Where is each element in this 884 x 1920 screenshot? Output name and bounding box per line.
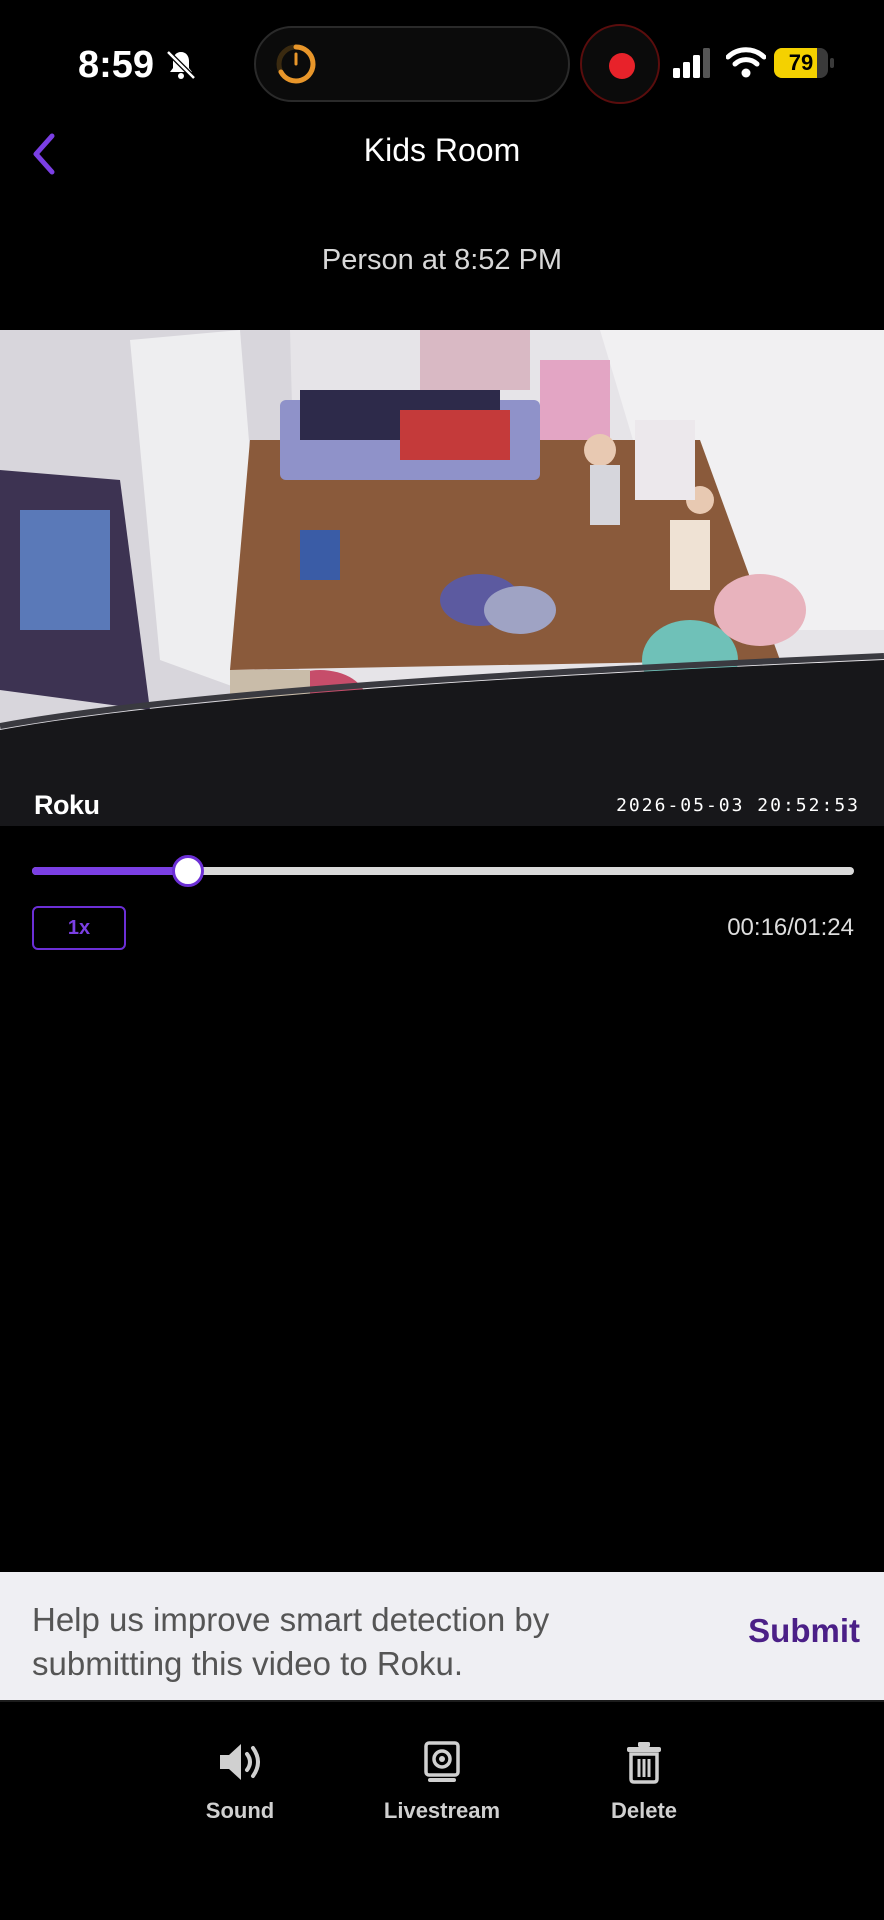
playback-speed-button[interactable]: 1x xyxy=(32,906,126,950)
trash-icon xyxy=(627,1742,661,1784)
sound-button[interactable]: Sound xyxy=(170,1740,310,1824)
feedback-banner: Help us improve smart detection by submi… xyxy=(0,1572,884,1700)
submit-button[interactable]: Submit xyxy=(748,1612,860,1650)
status-time: 8:59 xyxy=(78,44,155,86)
battery-level: 79 xyxy=(788,50,814,75)
feedback-message: Help us improve smart detection by submi… xyxy=(32,1601,550,1682)
signal-icon xyxy=(673,48,710,78)
sound-label: Sound xyxy=(205,1798,275,1823)
bell-slash-icon xyxy=(166,50,196,80)
speaker-icon xyxy=(220,1744,260,1780)
activity-ring-icon xyxy=(276,44,316,84)
battery-icon: 79 xyxy=(774,48,836,78)
recording-icon xyxy=(609,53,635,79)
roku-logo: Roku xyxy=(34,790,100,820)
wifi-icon xyxy=(726,47,766,78)
event-label: Person at 8:52 PM xyxy=(321,244,563,276)
recording-indicator xyxy=(580,24,660,104)
progress-track[interactable] xyxy=(32,867,854,875)
playback-time: 00:16/01:24 xyxy=(727,914,854,941)
page-title: Kids Room xyxy=(363,132,521,168)
video-player[interactable] xyxy=(0,330,884,826)
livestream-button[interactable]: Livestream xyxy=(372,1740,512,1824)
dynamic-island xyxy=(254,26,570,102)
progress-fill xyxy=(32,867,189,875)
progress-handle[interactable] xyxy=(172,855,205,887)
delete-label: Delete xyxy=(610,1798,678,1823)
divider xyxy=(0,1700,884,1702)
delete-button[interactable]: Delete xyxy=(574,1740,714,1824)
livestream-label: Livestream xyxy=(383,1798,501,1823)
video-timestamp: 2026-05-03 20:52:53 xyxy=(616,795,860,816)
camera-frame-image xyxy=(0,330,884,826)
livestream-icon xyxy=(424,1741,460,1782)
